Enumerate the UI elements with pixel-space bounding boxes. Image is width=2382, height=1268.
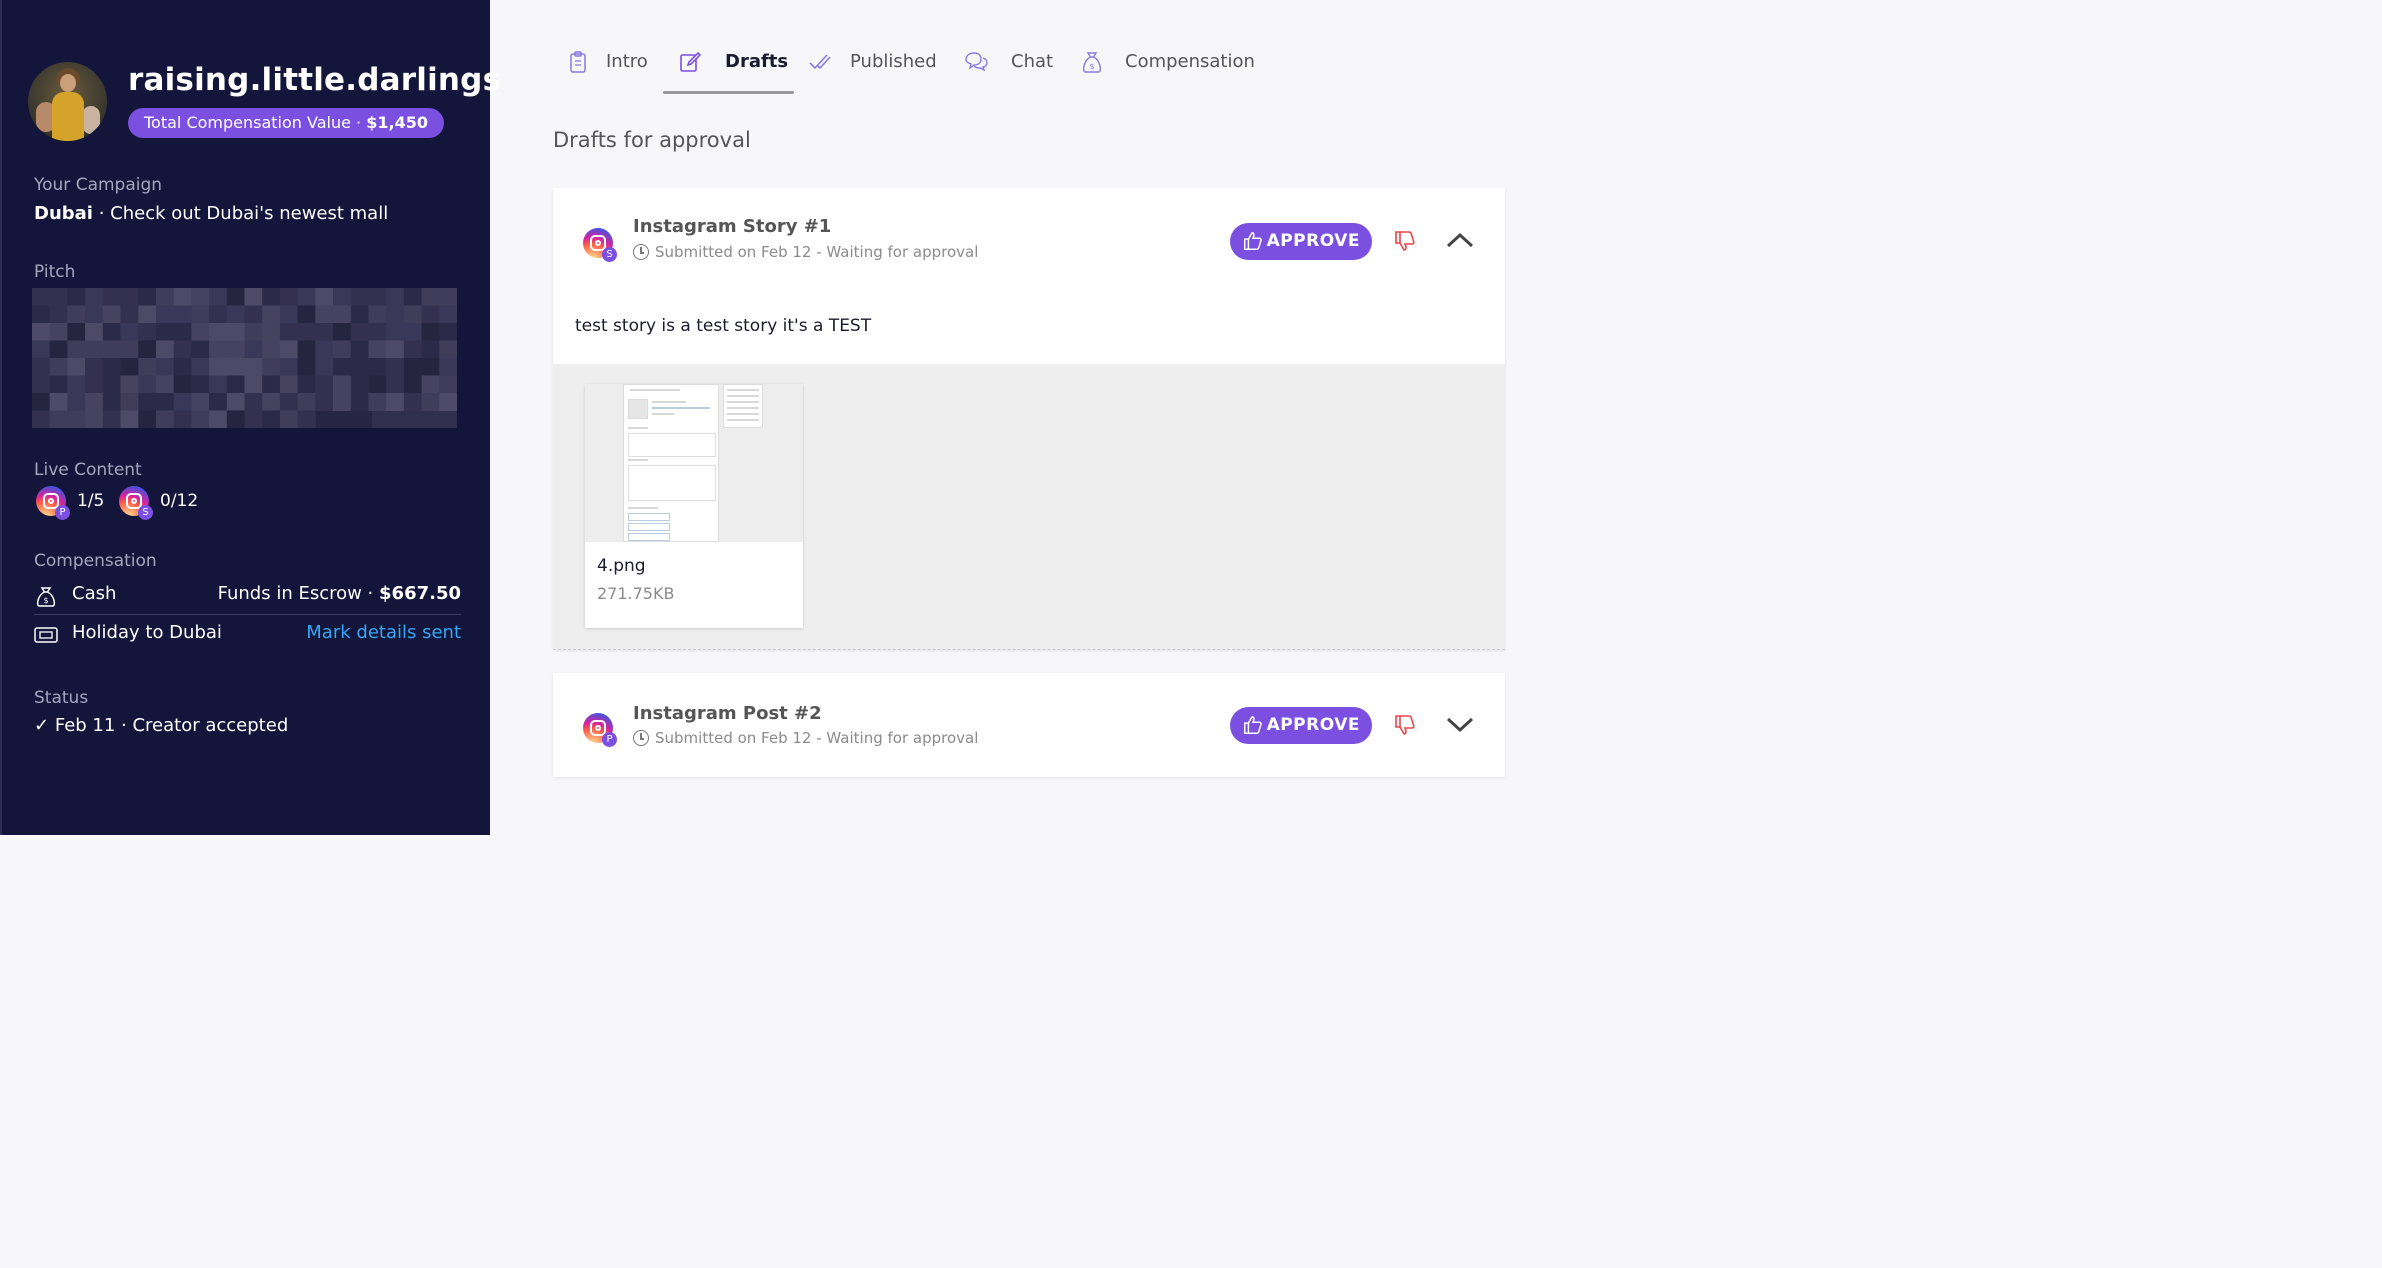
chevron-down-icon[interactable] [1445,709,1475,739]
draft-status-text: Submitted on Feb 12 - Waiting for approv… [655,243,979,261]
story-badge: S [602,247,617,262]
story-badge: S [138,505,153,520]
instagram-post-icon: P [36,486,70,520]
thumbs-down-icon[interactable] [1393,229,1417,253]
creator-handle: raising.little.darlings [128,62,502,98]
tab-compensation[interactable]: $ Compensation [1080,40,1260,92]
total-compensation-badge: Total Compensation Value · $1,450 [128,108,444,138]
divider [34,614,461,615]
tcv-value: $1,450 [366,113,428,132]
compensation-label: Compensation [34,551,157,571]
tab-intro-label: Intro [606,51,648,72]
compensation-cash-row: $ Cash Funds in Escrow · $667.50 [34,583,461,609]
draft-status: Submitted on Feb 12 - Waiting for approv… [633,243,978,261]
tab-intro[interactable]: Intro [566,40,658,92]
status-text: Feb 11 · Creator accepted [54,715,289,736]
campaign-name: Dubai [34,203,93,224]
double-check-icon [809,54,831,70]
tcv-label: Total Compensation Value · [144,113,367,132]
thumbs-up-icon [1244,232,1262,250]
active-tab-indicator [663,91,794,94]
attachment-filesize: 271.75KB [597,584,675,603]
money-bag-icon: $ [1082,52,1102,73]
attachment-filename: 4.png [597,556,646,576]
pitch-label: Pitch [34,262,76,282]
live-post-count: 1/5 [77,491,105,511]
cash-label: Cash [72,583,117,604]
avatar [28,62,107,141]
thumbs-up-icon [1244,716,1262,734]
post-badge: P [55,505,70,520]
attachment-card[interactable]: 4.png 271.75KB [585,384,803,628]
escrow-label: Funds in Escrow · [217,583,380,604]
compensation-holiday-row: Holiday to Dubai Mark details sent [34,622,461,648]
instagram-story-icon: S [119,486,153,520]
approve-button[interactable]: APPROVE [1230,707,1372,744]
campaign-info: Dubai · Check out Dubai's newest mall [34,203,388,224]
approve-label: APPROVE [1266,231,1360,251]
svg-text:$: $ [1089,62,1094,71]
clipboard-icon [570,51,586,73]
post-badge: P [602,732,617,747]
edit-icon [680,51,702,72]
live-content-label: Live Content [34,460,142,480]
clock-icon [633,730,649,746]
sidebar: raising.little.darlings Total Compensati… [0,0,501,835]
page-title: Drafts for approval [553,128,751,152]
tab-drafts-label: Drafts [725,51,789,72]
instagram-post-icon: P [583,713,617,747]
draft-status: Submitted on Feb 12 - Waiting for approv… [633,729,978,747]
approve-label: APPROVE [1266,715,1360,735]
draft-title: Instagram Story #1 [633,216,832,237]
attachments-area: 4.png 271.75KB [553,364,1505,650]
svg-text:$: $ [43,596,48,605]
escrow-value: $667.50 [379,583,461,604]
tab-chat[interactable]: Chat [964,40,1064,92]
money-bag-icon: $ [36,587,56,607]
thumbs-down-icon[interactable] [1393,713,1417,737]
clock-icon [633,244,649,260]
holiday-label: Holiday to Dubai [72,622,222,643]
campaign-label: Your Campaign [34,175,163,195]
draft-status-text: Submitted on Feb 12 - Waiting for approv… [655,729,979,747]
draft-card: S Instagram Story #1 Submitted on Feb 12… [553,188,1505,650]
live-story-count: 0/12 [160,491,199,511]
attachment-thumbnail [585,384,803,542]
tab-published-label: Published [850,51,937,72]
approve-button[interactable]: APPROVE [1230,223,1372,260]
pitch-text-redacted [32,288,457,428]
checkmark-icon: ✓ [34,715,50,736]
escrow-info: Funds in Escrow · $667.50 [218,583,461,604]
tab-drafts[interactable]: Drafts [678,40,788,92]
status-label: Status [34,688,89,708]
mark-details-sent-link[interactable]: Mark details sent [306,622,461,643]
chat-icon [965,52,988,72]
status-line: ✓ Feb 11 · Creator accepted [34,715,288,736]
campaign-description: Check out Dubai's newest mall [110,203,389,224]
draft-title: Instagram Post #2 [633,703,822,724]
tab-chat-label: Chat [1011,51,1054,72]
campaign-separator: · [92,203,111,224]
draft-card: P Instagram Post #2 Submitted on Feb 12 … [553,673,1505,777]
chevron-up-icon[interactable] [1445,226,1475,256]
draft-description: test story is a test story it's a TEST [575,316,872,336]
instagram-story-icon: S [583,228,617,262]
ticket-icon [34,627,58,643]
tab-published[interactable]: Published [808,40,948,92]
tab-compensation-label: Compensation [1125,51,1255,72]
